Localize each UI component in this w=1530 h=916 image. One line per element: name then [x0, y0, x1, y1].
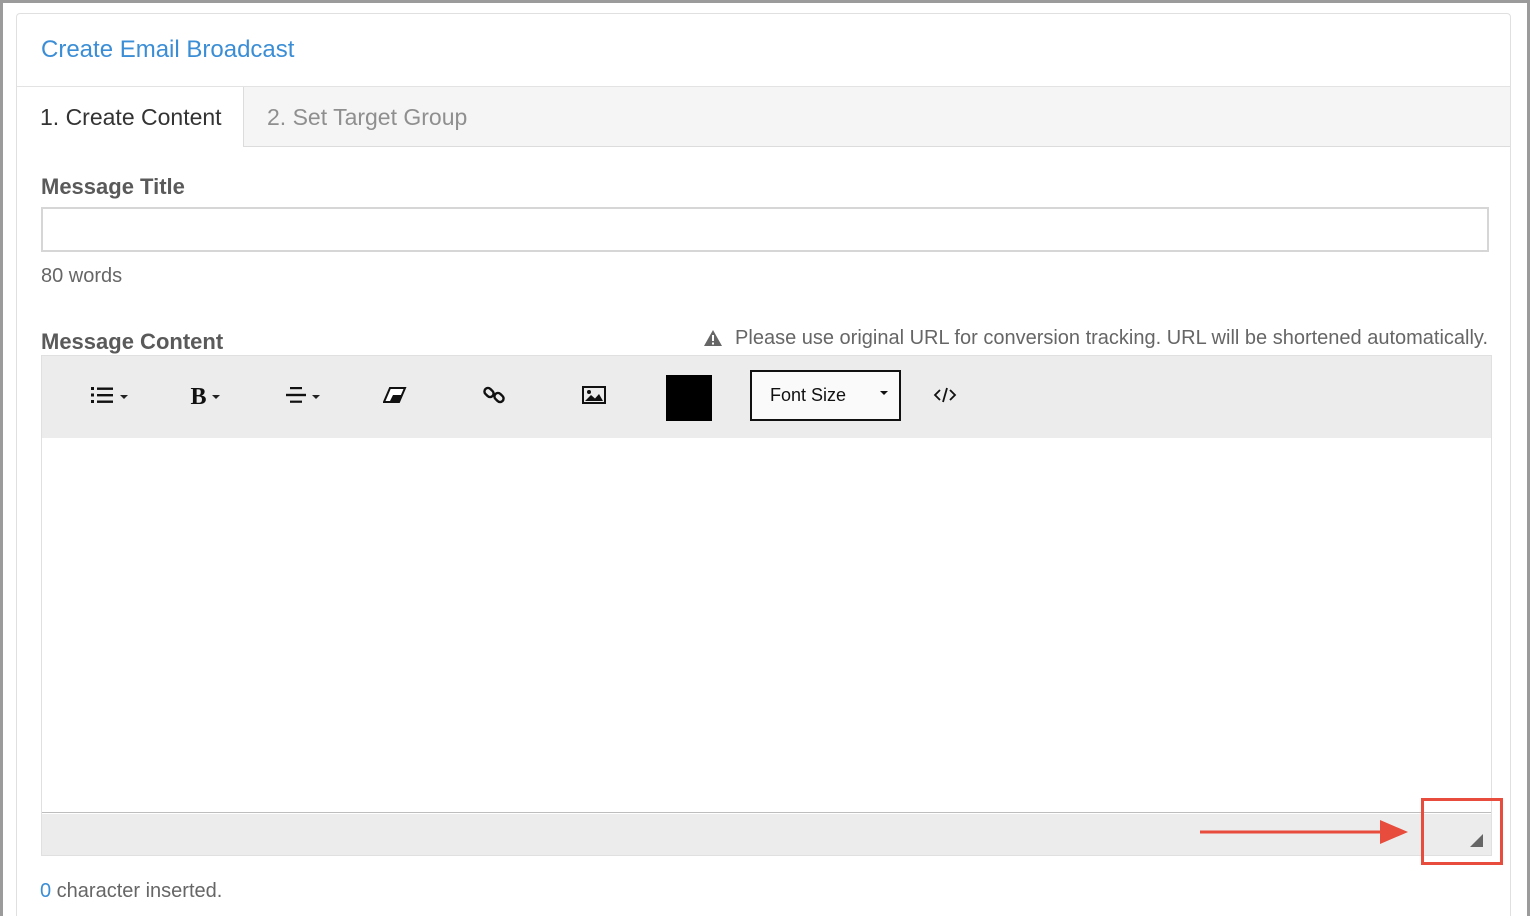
rich-text-editor: B Font Size	[41, 355, 1492, 856]
clear-format-button[interactable]	[380, 378, 410, 416]
code-view-button[interactable]	[930, 378, 960, 416]
image-icon	[582, 385, 606, 409]
text-color-button[interactable]	[666, 375, 712, 421]
list-icon	[90, 386, 115, 409]
character-count-number: 0	[40, 880, 52, 902]
tabs-divider	[244, 146, 1510, 147]
chevron-down-icon	[880, 391, 888, 395]
bold-dropdown-button[interactable]: B	[182, 378, 228, 416]
chevron-down-icon	[119, 395, 128, 399]
word-limit-hint: 80 words	[41, 265, 123, 287]
insert-link-button[interactable]	[479, 378, 509, 416]
font-size-label: Font Size	[770, 385, 847, 405]
message-content-editor[interactable]	[42, 438, 1491, 813]
code-view-icon	[933, 387, 957, 408]
annotation-arrow-icon	[1200, 820, 1408, 844]
chevron-down-icon	[311, 395, 320, 399]
link-icon	[483, 384, 505, 411]
font-size-dropdown[interactable]: Font Size	[750, 370, 901, 421]
editor-toolbar: B Font Size	[42, 356, 1491, 438]
annotation-highlight-box	[1421, 798, 1503, 865]
list-dropdown-button[interactable]	[84, 378, 134, 416]
tab-set-target-group[interactable]: 2. Set Target Group	[244, 87, 644, 147]
url-tracking-warning: Please use original URL for conversion t…	[703, 327, 1488, 350]
insert-image-button[interactable]	[579, 378, 609, 416]
message-title-input[interactable]	[41, 207, 1489, 252]
align-icon	[285, 386, 307, 409]
character-count-suffix: character inserted.	[51, 880, 223, 902]
step-tabs: 1. Create Content 2. Set Target Group	[17, 87, 1510, 147]
tab-create-content[interactable]: 1. Create Content	[17, 87, 244, 147]
panel-title: Create Email Broadcast	[41, 36, 295, 63]
align-dropdown-button[interactable]	[278, 378, 326, 416]
create-broadcast-panel: Create Email Broadcast 1. Create Content…	[16, 13, 1511, 916]
warning-text: Please use original URL for conversion t…	[735, 327, 1488, 349]
message-content-label: Message Content	[41, 329, 224, 354]
chevron-down-icon	[211, 395, 220, 399]
character-count: 0 character inserted.	[40, 880, 222, 903]
bold-icon: B	[190, 383, 207, 410]
message-title-label: Message Title	[41, 174, 185, 199]
eraser-icon	[382, 386, 407, 408]
warning-icon	[703, 327, 735, 349]
